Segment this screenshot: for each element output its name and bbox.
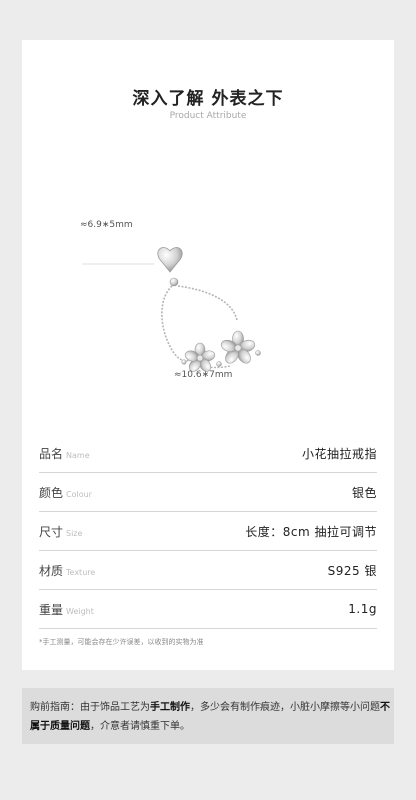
attribute-label: 颜色 bbox=[39, 485, 64, 500]
product-attribute-card: 深入了解 外表之下 Product Attribute ≈6.9∗5mm ≈10… bbox=[22, 40, 394, 670]
ring-product-image bbox=[82, 247, 261, 372]
flower-left bbox=[184, 342, 216, 372]
attribute-label: 尺寸 bbox=[39, 524, 64, 539]
dimension-flower: ≈10.6∗7mm bbox=[174, 370, 233, 380]
attribute-label-en: Colour bbox=[66, 489, 92, 499]
attribute-table: 品名 Name 小花抽拉戒指 颜色 Colour 银色 尺寸 Size 长度：8… bbox=[39, 434, 377, 629]
purchase-notice: 购前指南：由于饰品工艺为手工制作，多少会有制作痕迹，小脏小摩擦等小问题不属于质量… bbox=[22, 688, 394, 744]
attribute-label-en: Size bbox=[66, 528, 83, 538]
page-title: 深入了解 外表之下 bbox=[132, 89, 284, 109]
attribute-row-size: 尺寸 Size 长度：8cm 抽拉可调节 bbox=[39, 512, 377, 551]
chain-right bbox=[177, 285, 238, 321]
notice-text: 购前指南：由于饰品工艺为手工制作，多少会有制作痕迹，小脏小摩擦等小问题不属于质量… bbox=[30, 698, 390, 736]
attribute-label: 重量 bbox=[39, 602, 64, 617]
flower-right bbox=[220, 330, 256, 364]
attribute-row-name: 品名 Name 小花抽拉戒指 bbox=[39, 434, 377, 473]
attribute-label-en: Name bbox=[66, 450, 90, 460]
heart-charm bbox=[157, 247, 183, 273]
attribute-value: 长度：8cm 抽拉可调节 bbox=[245, 524, 377, 539]
attribute-value: 小花抽拉戒指 bbox=[301, 446, 377, 461]
measurement-note: *手工测量，可能会存在少许误差，以收到的实物为准 bbox=[39, 638, 204, 646]
notice-part: ，多少会有制作痕迹，小脏小摩擦等小问题 bbox=[190, 702, 380, 713]
attribute-value: S925 银 bbox=[327, 563, 377, 578]
attribute-row-weight: 重量 Weight 1.1g bbox=[39, 590, 377, 629]
attribute-value: 1.1g bbox=[348, 602, 377, 616]
page-subtitle: Product Attribute bbox=[169, 111, 247, 121]
attribute-row-colour: 颜色 Colour 银色 bbox=[39, 473, 377, 512]
attribute-value: 银色 bbox=[351, 485, 377, 500]
notice-part: ，介意者请慎重下单。 bbox=[90, 721, 190, 732]
attribute-label: 材质 bbox=[39, 563, 64, 578]
notice-part: 购前指南：由于饰品工艺为 bbox=[30, 702, 150, 713]
attribute-label: 品名 bbox=[39, 446, 64, 461]
attribute-row-texture: 材质 Texture S925 银 bbox=[39, 551, 377, 590]
bead bbox=[169, 277, 179, 287]
attribute-label-en: Weight bbox=[66, 606, 94, 616]
attribute-label-en: Texture bbox=[66, 567, 96, 577]
dimension-heart: ≈6.9∗5mm bbox=[80, 220, 133, 230]
notice-bold: 手工制作 bbox=[150, 702, 190, 713]
chain-left bbox=[161, 285, 191, 362]
